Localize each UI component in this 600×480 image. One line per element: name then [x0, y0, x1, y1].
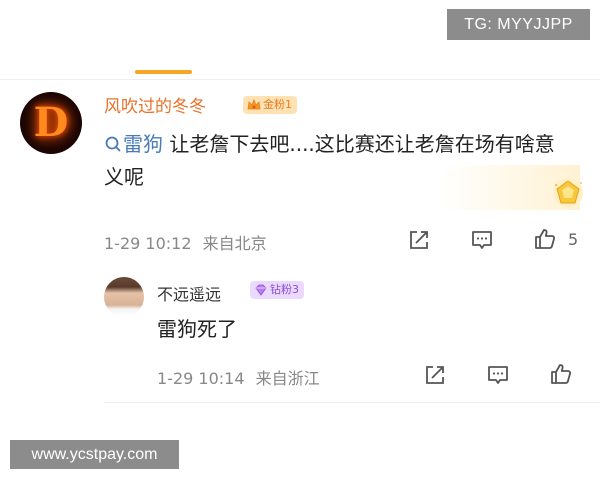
gold-gem-icon	[553, 178, 583, 208]
active-tab-indicator	[135, 70, 192, 74]
bottom-divider	[104, 402, 600, 403]
crown-icon	[247, 98, 261, 110]
share-icon[interactable]	[407, 228, 431, 252]
fan-badge-label: 钻粉3	[270, 283, 299, 296]
watermark-website: www.ycstpay.com	[10, 440, 179, 469]
comment-icon[interactable]	[486, 363, 510, 387]
reply-time: 1-29 10:14	[157, 369, 245, 388]
comment-icon[interactable]	[470, 228, 494, 252]
diamond-icon	[255, 284, 267, 296]
comment-meta: 1-29 10:12 来自北京	[104, 230, 267, 254]
mention-link[interactable]: 雷狗	[104, 132, 163, 156]
reply-meta: 1-29 10:14 来自浙江	[157, 365, 320, 389]
fan-badge-gold[interactable]: 金粉1	[243, 96, 297, 114]
fan-badge-label: 金粉1	[263, 98, 292, 111]
reply-location: 来自浙江	[255, 369, 320, 388]
avatar-letter-icon: D	[33, 99, 69, 146]
like-count: 5	[568, 230, 579, 249]
avatar[interactable]: D	[20, 92, 82, 154]
like-icon[interactable]	[533, 227, 557, 251]
like-icon[interactable]	[549, 362, 573, 386]
fan-badge-diamond[interactable]: 钻粉3	[250, 281, 304, 299]
top-divider	[0, 79, 600, 80]
reply-avatar[interactable]	[104, 277, 144, 317]
comment-time: 1-29 10:12	[104, 234, 192, 253]
search-icon	[105, 136, 121, 152]
watermark-telegram: TG: MYYJJPP	[447, 9, 590, 40]
comment-username[interactable]: 风吹过的冬冬	[104, 92, 206, 117]
share-icon[interactable]	[423, 363, 447, 387]
comment-location: 来自北京	[202, 234, 267, 253]
reply-text: 雷狗死了	[157, 317, 237, 341]
mention-label: 雷狗	[123, 132, 163, 156]
reply-username[interactable]: 不远遥远	[157, 281, 221, 305]
